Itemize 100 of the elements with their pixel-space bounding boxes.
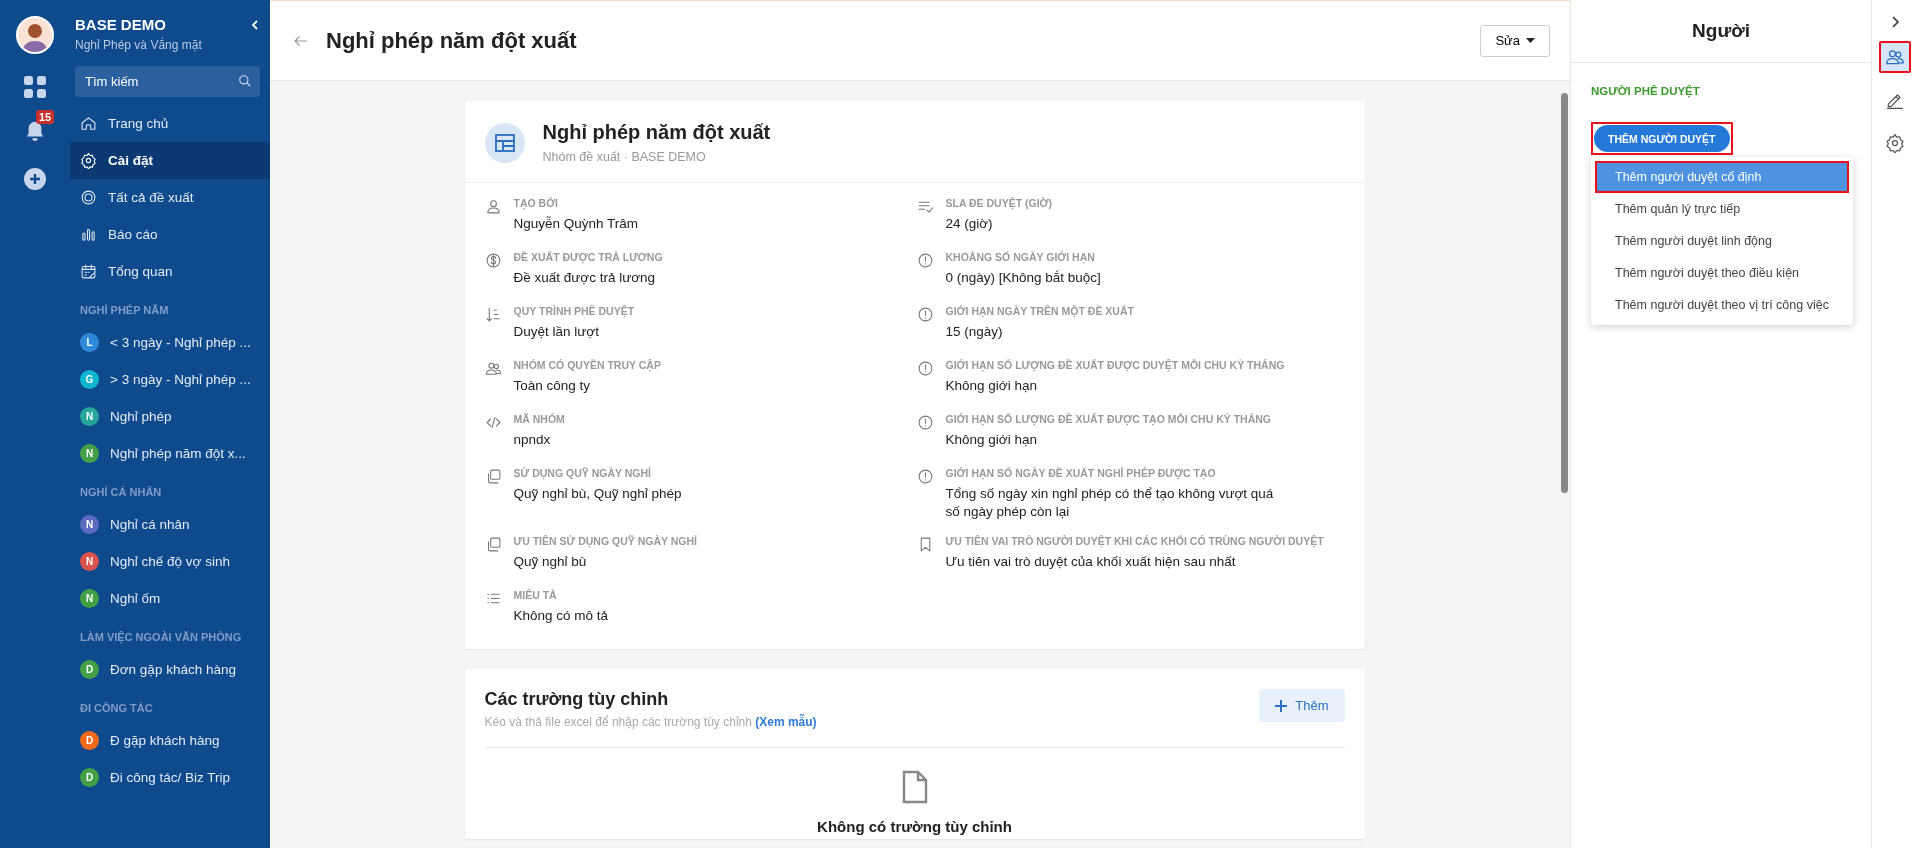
hint-text: Kéo và thả file excel để nhập các trường tùy chỉnh (Xem mẫu) xyxy=(484,715,817,730)
apps-icon[interactable] xyxy=(24,76,46,98)
add-approver-button[interactable]: THÊM NGƯỜI DUYỆT xyxy=(1594,125,1730,152)
edit-button[interactable]: Sửa xyxy=(1480,24,1550,57)
nav-item[interactable]: N Nghỉ cá nhân xyxy=(70,506,270,543)
scrollbar[interactable] xyxy=(1561,93,1568,493)
letter-badge: D xyxy=(80,768,99,787)
page-title: Nghỉ phép năm đột xuất xyxy=(326,27,578,54)
settings-icon xyxy=(1884,133,1905,153)
nav-item[interactable]: G > 3 ngày - Nghỉ phép ... xyxy=(70,361,270,398)
field-label: ƯU TIÊN VAI TRÒ NGƯỜI DUYỆT KHI CÁC KHỐI CÓ TRÙNG NGƯỜI DUYỆT xyxy=(945,535,1324,548)
section-title: NGHỈ CÁ NHÂN xyxy=(79,485,163,500)
field-label: MÃ NHÓM xyxy=(513,413,565,425)
field-value: Không giới hạn xyxy=(945,431,1038,449)
nav-item[interactable]: N Nghỉ phép năm đột x... xyxy=(70,435,270,472)
bar-chart-icon xyxy=(80,226,97,243)
nav-item[interactable]: Tất cả đề xuất xyxy=(70,179,270,216)
bell-icon[interactable] xyxy=(24,120,46,142)
nav-item[interactable]: Báo cáo xyxy=(70,216,270,253)
org-name: BASE DEMO xyxy=(75,16,166,33)
nav-item[interactable]: D Đi công tác/ Biz Trip xyxy=(70,759,270,796)
people-icon xyxy=(484,360,502,377)
menu-item[interactable]: Thêm người duyệt theo vị trí công việc xyxy=(1595,289,1849,321)
calendar-icon xyxy=(80,263,97,280)
nav-item[interactable]: Trang chủ xyxy=(70,105,270,142)
nav-item[interactable]: D Đ gặp khách hàng xyxy=(70,722,270,759)
field-value: Không có mô tả xyxy=(513,607,609,626)
field-label: ĐỀ XUẤT ĐƯỢC TRẢ LƯƠNG xyxy=(513,251,663,263)
letter-badge: N xyxy=(80,407,99,426)
field-label: ƯU TIÊN SỬ DỤNG QUỸ NGÀY NGHỈ xyxy=(513,535,697,548)
field-value: Đề xuất được trả lương xyxy=(513,269,657,287)
avatar[interactable] xyxy=(16,16,54,54)
card-subtitle: Nhóm đề xuất · BASE DEMO xyxy=(542,150,707,164)
letter-badge: N xyxy=(80,515,99,534)
letter-badge: N xyxy=(80,589,99,608)
sort-icon xyxy=(484,306,502,323)
letter-badge: D xyxy=(80,660,99,679)
info-icon xyxy=(916,360,934,377)
home-icon xyxy=(80,115,97,132)
field-label: GIỚI HẠN SỐ NGÀY ĐỀ XUẤT NGHỈ PHÉP ĐƯỢC TẠO xyxy=(945,467,1217,479)
field-value: Quỹ nghỉ bù, Quỹ nghỉ phép xyxy=(513,485,682,503)
info-icon xyxy=(916,306,934,323)
letter-badge: D xyxy=(80,731,99,750)
code-icon xyxy=(484,414,502,431)
field-value: npndx xyxy=(513,431,552,449)
panel-title: Người xyxy=(1571,0,1871,63)
plus-icon xyxy=(1275,699,1288,712)
field-value: Không giới hạn xyxy=(945,377,1038,395)
nav-item[interactable]: Tổng quan xyxy=(70,253,270,290)
section-title: ĐI CÔNG TÁC xyxy=(79,701,154,716)
field-label: TẠO BỞI xyxy=(513,197,560,209)
dollar-icon xyxy=(484,252,502,269)
nav-item[interactable]: Cài đặt xyxy=(70,142,270,179)
menu-item[interactable]: Thêm người duyệt linh động xyxy=(1595,225,1849,257)
section-title: NGƯỜI PHÊ DUYỆT xyxy=(1591,85,1701,97)
nav-item[interactable]: L < 3 ngày - Nghỉ phép ... xyxy=(70,324,270,361)
add-icon[interactable] xyxy=(24,168,46,190)
file-icon xyxy=(901,770,928,805)
card-title: Nghỉ phép năm đột xuất xyxy=(542,121,771,144)
nav-item[interactable]: N Nghỉ ốm xyxy=(70,580,270,617)
field-value: Duyệt lần lượt xyxy=(513,323,600,341)
rail-button[interactable] xyxy=(1878,41,1911,73)
add-button[interactable]: Thêm xyxy=(1259,689,1345,723)
people-icon xyxy=(1884,47,1905,67)
nav-item[interactable]: N Nghỉ chế độ vợ sinh xyxy=(70,543,270,580)
field-value: Nguyễn Quỳnh Trâm xyxy=(513,215,639,233)
person-icon xyxy=(484,198,502,215)
settings-icon xyxy=(80,152,97,169)
field-value: 0 (ngày) [Không bắt buộc] xyxy=(945,269,1101,287)
empty-text: Không có trường tùy chỉnh xyxy=(817,818,1012,836)
nav-item[interactable]: N Nghỉ phép xyxy=(70,398,270,435)
field-label: SLA ĐỂ DUYỆT (GIỜ) xyxy=(945,197,1053,209)
field-value: Ưu tiên vai trò duyệt của khối xuất hiện sau nhất xyxy=(945,553,1237,572)
layout-icon xyxy=(484,122,525,163)
section-title: Các trường tùy chỉnh xyxy=(484,689,670,711)
field-value: 24 (giờ) xyxy=(945,215,994,233)
field-label: GIỚI HẠN SỐ LƯỢNG ĐỀ XUẤT ĐƯỢC DUYỆT MỖI CHU KỲ THÁNG xyxy=(945,359,1285,371)
field-label: MIÊU TẢ xyxy=(513,589,558,602)
info-icon xyxy=(916,468,934,485)
field-value: Quỹ nghỉ bù xyxy=(513,553,588,572)
menu-item[interactable]: Thêm quản lý trực tiếp xyxy=(1595,193,1849,225)
nav-item[interactable]: D Đơn gặp khách hàng xyxy=(70,651,270,688)
letter-badge: N xyxy=(80,444,99,463)
caret-icon xyxy=(1526,37,1535,44)
letter-badge: G xyxy=(80,370,99,389)
search-field[interactable]: Tìm kiếm xyxy=(75,66,260,97)
letter-badge: N xyxy=(80,552,99,571)
field-label: QUY TRÌNH PHÊ DUYỆT xyxy=(513,305,635,317)
field-value: Tổng số ngày xin nghỉ phép có thể tạo không vượt quá số ngày phép còn lại xyxy=(945,485,1275,522)
collapse-icon[interactable] xyxy=(250,19,260,30)
target-icon xyxy=(80,189,97,206)
field-label: GIỚI HẠN NGÀY TRÊN MỘT ĐỀ XUẤT xyxy=(945,305,1134,317)
field-label: GIỚI HẠN SỐ LƯỢNG ĐỀ XUẤT ĐƯỢC TẠO MỖI CHU KỲ THÁNG xyxy=(945,413,1271,425)
info-icon xyxy=(916,252,934,269)
sample-link[interactable]: (Xem mẫu) xyxy=(755,715,817,730)
app-name: Nghỉ Phép và Vắng mặt xyxy=(74,36,203,52)
notification-badge: 15 xyxy=(36,110,55,124)
letter-badge: L xyxy=(80,333,99,352)
field-value: 15 (ngày) xyxy=(945,323,1004,341)
menu-item[interactable]: Thêm người duyệt theo điều kiện xyxy=(1595,257,1849,289)
